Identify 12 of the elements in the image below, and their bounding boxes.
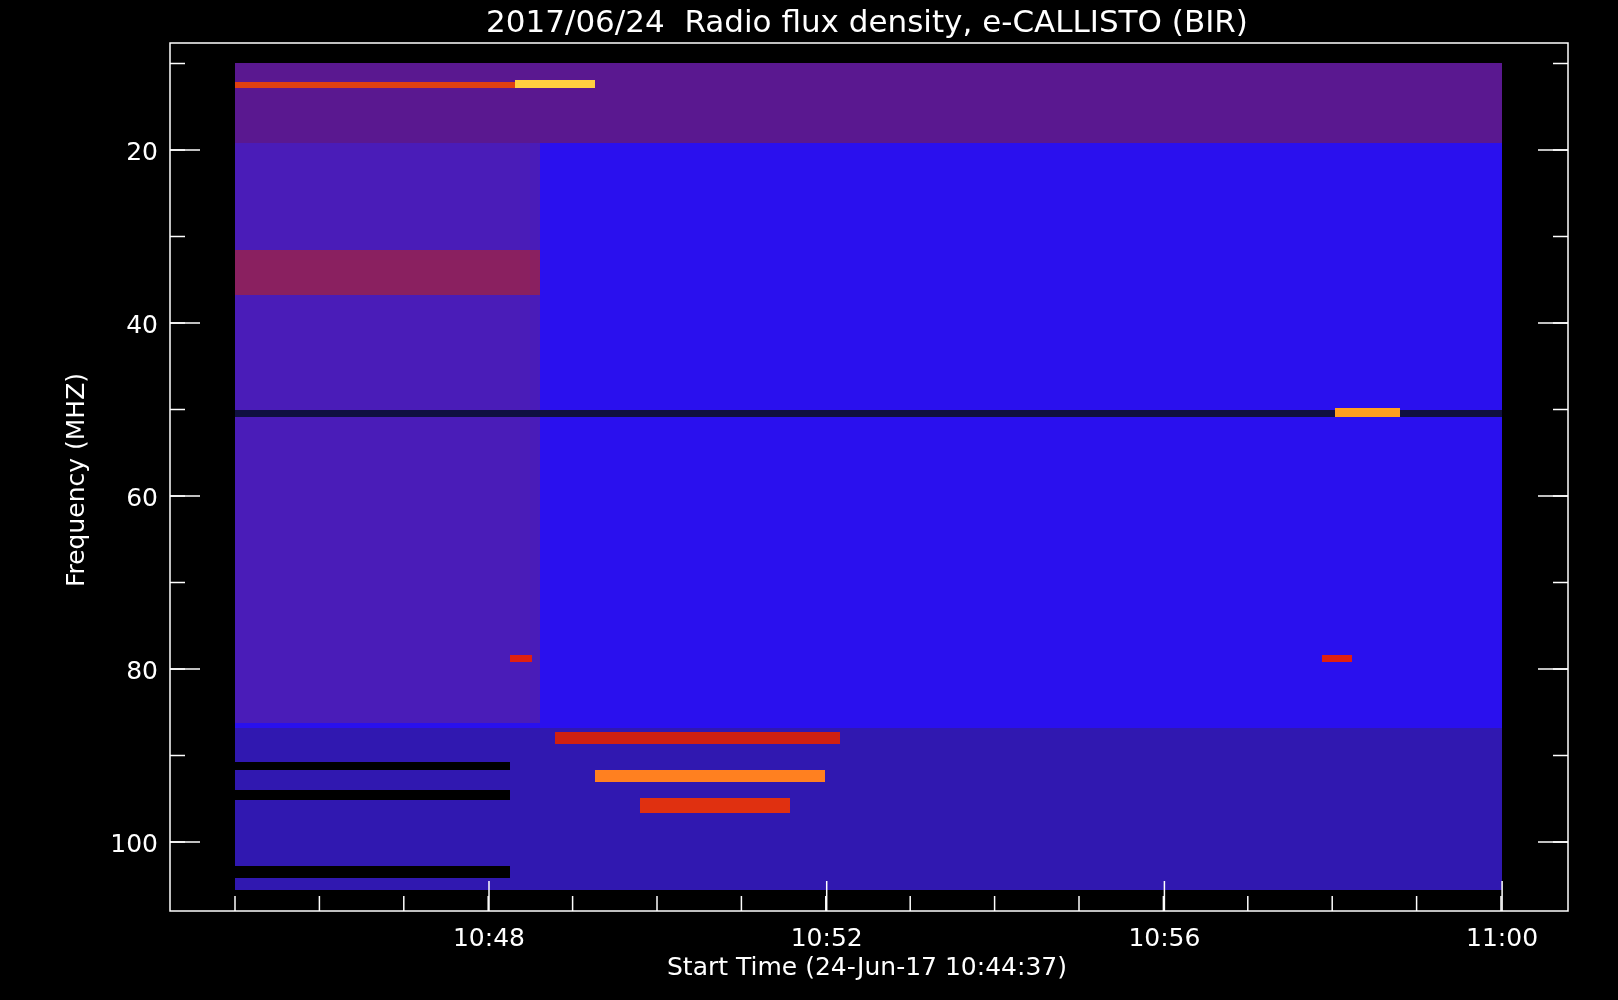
x-tick-label: 10:56	[1128, 923, 1201, 952]
x-axis-label: Start Time (24-Jun-17 10:44:37)	[667, 952, 1067, 981]
y-tick-label: 100	[110, 829, 158, 858]
x-tick-label: 11:00	[1466, 923, 1539, 952]
y-tick-label: 20	[126, 137, 158, 166]
x-tick-label: 10:48	[453, 923, 525, 952]
y-tick-label: 40	[126, 310, 158, 339]
y-tick-label: 60	[126, 483, 158, 512]
x-tick-label: 10:52	[790, 923, 863, 952]
y-axis-label: Frequency (MHZ)	[61, 372, 90, 588]
chart-title: 2017/06/24 Radio flux density, e-CALLISTO (BIR)	[486, 3, 1248, 39]
y-tick-label: 80	[126, 656, 158, 685]
